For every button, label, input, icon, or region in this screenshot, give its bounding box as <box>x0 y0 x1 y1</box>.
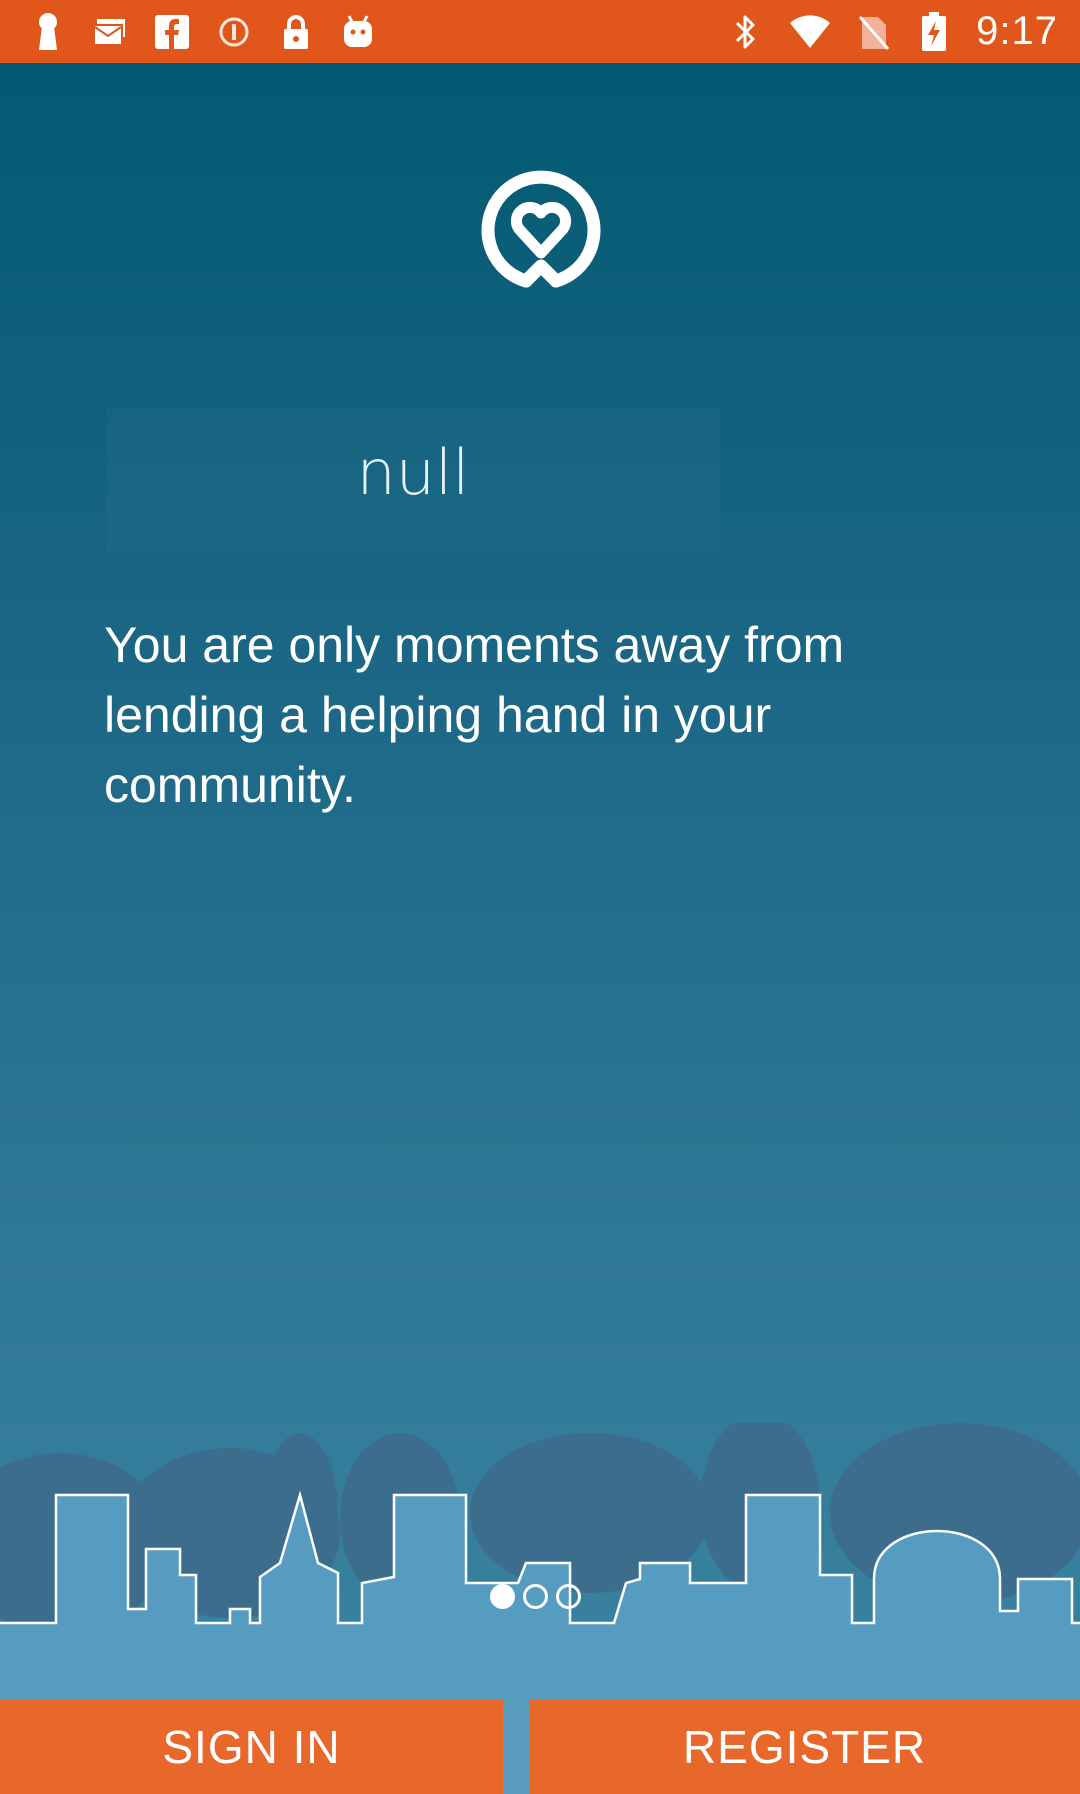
system-icons: 9:17 <box>728 9 1058 54</box>
lock-icon <box>278 12 314 52</box>
wifi-icon <box>788 12 832 52</box>
action-bar: SIGN IN REGISTER <box>0 1699 1080 1794</box>
battery-charging-icon <box>916 11 952 52</box>
bluetooth-icon <box>728 12 764 52</box>
no-sim-icon <box>856 12 892 52</box>
organization-name-box: null <box>106 408 720 552</box>
status-bar: 9:17 <box>0 0 1080 63</box>
android-icon <box>340 12 376 52</box>
welcome-tagline: You are only moments away from lending a… <box>104 617 845 813</box>
facebook-icon <box>154 12 190 52</box>
city-skyline-illustration <box>0 1423 1080 1699</box>
page-dot-1[interactable] <box>490 1584 515 1609</box>
page-dot-2[interactable] <box>523 1584 548 1609</box>
sign-in-button[interactable]: SIGN IN <box>0 1699 503 1794</box>
keyhole-icon <box>30 12 66 52</box>
notification-icons <box>30 12 376 52</box>
alert-circle-icon <box>216 12 252 52</box>
organization-name: null <box>356 436 470 509</box>
page-dot-3[interactable] <box>556 1584 581 1609</box>
page-indicator <box>490 1584 581 1609</box>
welcome-screen: null You are only moments away from lend… <box>0 63 1080 1699</box>
mail-icon <box>92 12 128 52</box>
status-time: 9:17 <box>976 9 1058 53</box>
heart-pin-icon <box>479 165 603 289</box>
register-button[interactable]: REGISTER <box>529 1699 1080 1794</box>
